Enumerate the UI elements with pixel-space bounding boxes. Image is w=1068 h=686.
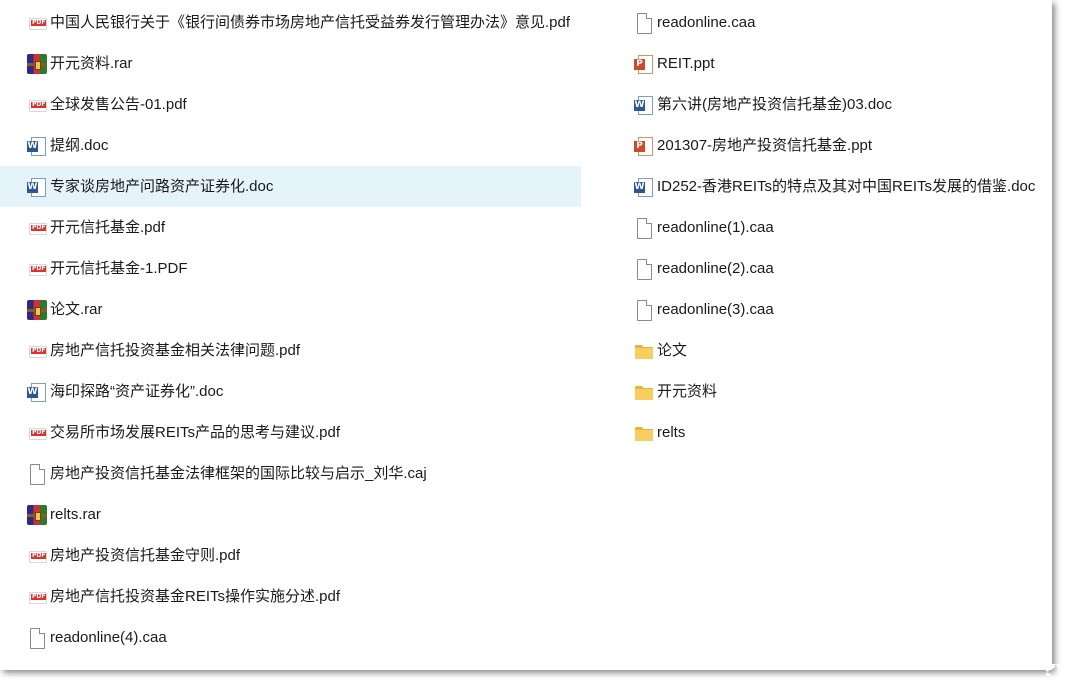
folder-icon bbox=[634, 423, 654, 443]
file-list-view: 中国人民银行关于《银行间债券市场房地产信托受益券发行管理办法》意见.pdf 开元资… bbox=[0, 0, 1052, 670]
pdf-icon bbox=[27, 13, 47, 33]
file-name: ID252-香港REITs的特点及其对中国REITs发展的借鉴.doc bbox=[657, 177, 1036, 195]
file-icon bbox=[634, 217, 654, 239]
ppt-icon bbox=[634, 54, 654, 74]
file-name: 交易所市场发展REITs产品的思考与建议.pdf bbox=[50, 423, 341, 441]
file-item[interactable]: 房地产信托投资基金相关法律问题.pdf bbox=[0, 330, 581, 371]
folder-icon bbox=[634, 341, 654, 361]
file-name: 开元信托基金.pdf bbox=[50, 218, 166, 236]
file-icon bbox=[634, 12, 654, 34]
file-item[interactable]: 全球发售公告-01.pdf bbox=[0, 84, 581, 125]
file-item[interactable]: 第六讲(房地产投资信托基金)03.doc bbox=[606, 84, 1052, 125]
doc-icon bbox=[634, 95, 654, 115]
doc-icon bbox=[27, 177, 47, 197]
file-name: 房地产投资信托基金法律框架的国际比较与启示_刘华.caj bbox=[50, 464, 427, 482]
file-item[interactable]: 房地产投资信托基金守则.pdf bbox=[0, 535, 581, 576]
file-name: readonline(2).caa bbox=[657, 259, 774, 277]
ppt-icon bbox=[634, 136, 654, 156]
file-name: readonline(3).caa bbox=[657, 300, 774, 318]
doc-icon bbox=[27, 136, 47, 156]
file-column-left: 中国人民银行关于《银行间债券市场房地产信托受益券发行管理办法》意见.pdf 开元资… bbox=[0, 2, 581, 658]
file-item[interactable]: ID252-香港REITs的特点及其对中国REITs发展的借鉴.doc bbox=[606, 166, 1052, 207]
file-item[interactable]: REIT.ppt bbox=[606, 43, 1052, 84]
pdf-icon bbox=[27, 259, 47, 279]
file-name: readonline.caa bbox=[657, 13, 756, 31]
file-name: 海印探路“资产证券化”.doc bbox=[50, 382, 224, 400]
file-item[interactable]: 开元信托基金-1.PDF bbox=[0, 248, 581, 289]
folder-icon bbox=[634, 382, 654, 402]
file-name: 开元信托基金-1.PDF bbox=[50, 259, 188, 277]
file-name: readonline(1).caa bbox=[657, 218, 774, 236]
pdf-icon bbox=[27, 218, 47, 238]
doc-icon bbox=[27, 382, 47, 402]
file-icon bbox=[27, 627, 47, 649]
folder-item[interactable]: 开元资料 bbox=[606, 371, 1052, 412]
file-name: relts bbox=[657, 423, 686, 441]
file-name: 论文.rar bbox=[50, 300, 103, 318]
file-item[interactable]: 论文.rar bbox=[0, 289, 581, 330]
file-name: 开元资料 bbox=[657, 382, 718, 400]
file-name: readonline(4).caa bbox=[50, 628, 167, 646]
file-name: 中国人民银行关于《银行间债券市场房地产信托受益券发行管理办法》意见.pdf bbox=[50, 13, 571, 31]
file-name: 第六讲(房地产投资信托基金)03.doc bbox=[657, 95, 893, 113]
pdf-icon bbox=[27, 341, 47, 361]
file-name: 提纲.doc bbox=[50, 136, 109, 154]
folder-item[interactable]: relts bbox=[606, 412, 1052, 453]
file-item[interactable]: readonline.caa bbox=[606, 2, 1052, 43]
file-item[interactable]: 交易所市场发展REITs产品的思考与建议.pdf bbox=[0, 412, 581, 453]
file-name: 201307-房地产投资信托基金.ppt bbox=[657, 136, 873, 154]
file-name: 房地产信托投资基金相关法律问题.pdf bbox=[50, 341, 301, 359]
file-name: 房地产投资信托基金守则.pdf bbox=[50, 546, 241, 564]
file-icon bbox=[634, 258, 654, 280]
file-item[interactable]: readonline(4).caa bbox=[0, 617, 581, 658]
pdf-icon bbox=[27, 95, 47, 115]
file-item[interactable]: 提纲.doc bbox=[0, 125, 581, 166]
file-column-right: readonline.caa REIT.ppt 第六讲(房地产投资信托基金)03.d… bbox=[606, 2, 1052, 453]
file-item[interactable]: relts.rar bbox=[0, 494, 581, 535]
file-name: 专家谈房地产问路资产证券化.doc bbox=[50, 177, 274, 195]
file-item[interactable]: 201307-房地产投资信托基金.ppt bbox=[606, 125, 1052, 166]
file-name: REIT.ppt bbox=[657, 54, 715, 72]
torn-edge-bottom bbox=[0, 664, 1060, 678]
file-name: 全球发售公告-01.pdf bbox=[50, 95, 187, 113]
pdf-icon bbox=[27, 423, 47, 443]
rar-icon bbox=[27, 53, 47, 74]
file-item[interactable]: 房地产信托投资基金REITs操作实施分述.pdf bbox=[0, 576, 581, 617]
file-item[interactable]: 专家谈房地产问路资产证券化.doc bbox=[0, 166, 581, 207]
folder-item[interactable]: 论文 bbox=[606, 330, 1052, 371]
file-item[interactable]: readonline(1).caa bbox=[606, 207, 1052, 248]
pdf-icon bbox=[27, 546, 47, 566]
rar-icon bbox=[27, 504, 47, 525]
file-name: 论文 bbox=[657, 341, 688, 359]
file-name: 开元资料.rar bbox=[50, 54, 133, 72]
doc-icon bbox=[634, 177, 654, 197]
file-item[interactable]: 中国人民银行关于《银行间债券市场房地产信托受益券发行管理办法》意见.pdf bbox=[0, 2, 581, 43]
file-item[interactable]: readonline(2).caa bbox=[606, 248, 1052, 289]
file-item[interactable]: readonline(3).caa bbox=[606, 289, 1052, 330]
rar-icon bbox=[27, 299, 47, 320]
torn-edge-right bbox=[1046, 0, 1060, 676]
file-item[interactable]: 海印探路“资产证券化”.doc bbox=[0, 371, 581, 412]
file-name: relts.rar bbox=[50, 505, 101, 523]
file-icon bbox=[634, 299, 654, 321]
file-item[interactable]: 开元资料.rar bbox=[0, 43, 581, 84]
file-item[interactable]: 开元信托基金.pdf bbox=[0, 207, 581, 248]
file-name: 房地产信托投资基金REITs操作实施分述.pdf bbox=[50, 587, 341, 605]
file-icon bbox=[27, 463, 47, 485]
file-item[interactable]: 房地产投资信托基金法律框架的国际比较与启示_刘华.caj bbox=[0, 453, 581, 494]
pdf-icon bbox=[27, 587, 47, 607]
